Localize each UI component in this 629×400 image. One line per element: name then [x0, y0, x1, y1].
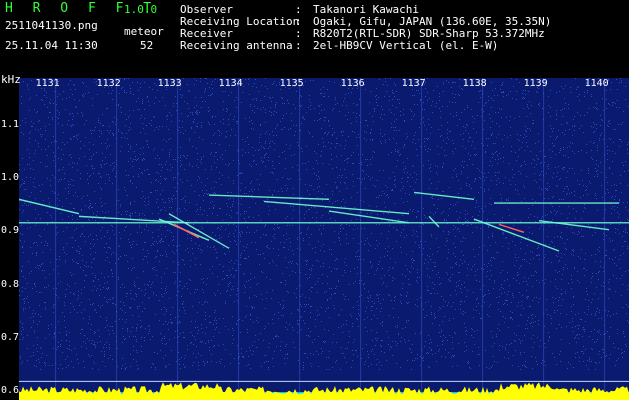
meteor-label: meteor: [124, 25, 164, 38]
y-tick-label: 1.0: [1, 172, 20, 184]
info-value: 2el-HB9CV Vertical (el. E-W): [313, 39, 499, 52]
spectrogram-svg: [19, 78, 629, 400]
x-tick-label: 1137: [401, 78, 426, 89]
y-axis-unit: kHz: [1, 73, 21, 86]
app-version: 1.0.0: [124, 3, 158, 16]
file-name: 2511041130.png: [5, 19, 98, 32]
x-tick-label: 1133: [157, 78, 182, 89]
x-tick-label: 1135: [279, 78, 304, 89]
meteor-count: 52: [140, 39, 154, 52]
header-panel: H R O F F T 1.0.0 2511041130.png 25.11.0…: [0, 0, 629, 78]
y-tick-label: 0.8: [1, 278, 20, 290]
date-time: 25.11.04 11:30: [5, 39, 98, 52]
x-tick-label: 1139: [523, 78, 548, 89]
x-tick-label: 1132: [96, 78, 121, 89]
info-key: Receiving antenna: [180, 39, 293, 52]
x-tick-label: 1138: [462, 78, 487, 89]
y-tick-label: 1.1: [1, 118, 20, 130]
x-tick-label: 1131: [35, 78, 60, 89]
info-separator: :: [295, 39, 302, 52]
x-tick-label: 1134: [218, 78, 243, 89]
x-tick-label: 1140: [584, 78, 609, 89]
y-tick-label: 0.6: [1, 385, 20, 397]
spectrogram-background: [19, 78, 629, 400]
spectrogram-plot: [19, 78, 629, 400]
y-tick-label: 0.7: [1, 331, 20, 343]
y-tick-label: 0.9: [1, 225, 20, 237]
x-tick-label: 1136: [340, 78, 365, 89]
